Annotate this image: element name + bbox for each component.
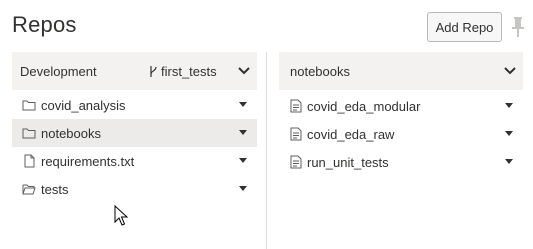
- list-item[interactable]: run_unit_tests: [279, 148, 523, 176]
- item-label: tests: [41, 181, 69, 197]
- notebook-icon: [290, 127, 302, 141]
- item-label: covid_eda_modular: [307, 98, 421, 114]
- notebook-icon: [290, 155, 302, 169]
- list-item[interactable]: covid_eda_modular: [279, 92, 523, 120]
- file-icon: [24, 154, 35, 168]
- folder-open-icon: [22, 184, 36, 195]
- repo-name: Development: [20, 63, 97, 79]
- add-repo-button[interactable]: Add Repo: [427, 12, 502, 42]
- item-label: covid_eda_raw: [307, 126, 395, 142]
- branch-icon: [150, 65, 157, 77]
- list-item[interactable]: notebooks: [12, 119, 257, 147]
- pin-icon[interactable]: [510, 16, 526, 38]
- mouse-cursor-icon: [114, 205, 128, 226]
- left-panel-header[interactable]: Development first_tests: [12, 52, 257, 90]
- notebook-icon: [290, 99, 302, 113]
- right-panel-header[interactable]: notebooks: [279, 52, 523, 90]
- list-item[interactable]: covid_analysis: [12, 91, 257, 119]
- caret-down-icon[interactable]: [505, 159, 513, 164]
- list-item[interactable]: covid_eda_raw: [279, 120, 523, 148]
- item-label: run_unit_tests: [307, 154, 389, 170]
- branch-selector[interactable]: first_tests: [149, 64, 217, 79]
- caret-down-icon[interactable]: [505, 103, 513, 108]
- list-item[interactable]: tests: [12, 175, 257, 203]
- folder-icon: [22, 100, 36, 111]
- caret-down-icon[interactable]: [239, 158, 247, 163]
- chevron-down-icon[interactable]: [237, 65, 251, 77]
- item-label: covid_analysis: [41, 97, 126, 113]
- panel-divider[interactable]: [266, 52, 267, 249]
- caret-down-icon[interactable]: [505, 131, 513, 136]
- page-title: Repos: [12, 12, 77, 37]
- folder-icon: [22, 128, 36, 139]
- caret-down-icon[interactable]: [239, 130, 247, 135]
- caret-down-icon[interactable]: [239, 186, 247, 191]
- item-label: requirements.txt: [41, 153, 135, 169]
- caret-down-icon[interactable]: [239, 102, 247, 107]
- chevron-down-icon[interactable]: [503, 65, 517, 77]
- list-item[interactable]: requirements.txt: [12, 147, 257, 175]
- item-label: notebooks: [41, 125, 101, 141]
- branch-name: first_tests: [161, 63, 217, 79]
- folder-name: notebooks: [290, 63, 350, 79]
